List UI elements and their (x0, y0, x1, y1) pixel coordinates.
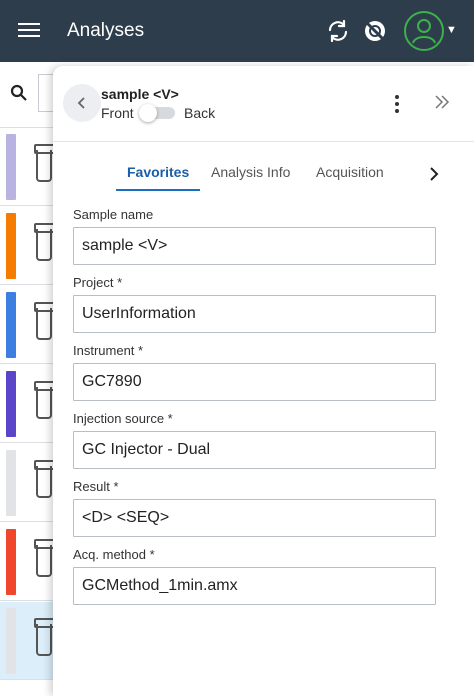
list-item[interactable] (0, 207, 60, 285)
back-label: Back (184, 105, 216, 121)
status-stripe (6, 371, 16, 437)
injection-source-field: Injection source * (73, 411, 436, 469)
caret-down-icon[interactable]: ▼ (446, 24, 457, 36)
user-avatar-icon[interactable] (404, 11, 444, 51)
acq-method-field: Acq. method * (73, 547, 436, 605)
vial-icon (34, 302, 58, 340)
status-stripe (6, 213, 16, 279)
vial-icon (34, 618, 58, 656)
list-item[interactable] (0, 128, 60, 206)
sync-icon[interactable] (325, 18, 351, 44)
status-stripe (6, 529, 16, 595)
vial-icon (34, 381, 58, 419)
list-item[interactable] (0, 602, 60, 680)
list-item[interactable] (0, 365, 60, 443)
sample-title: sample <V> (101, 86, 179, 102)
status-stripe (6, 292, 16, 358)
sample-name-field: Sample name (73, 207, 436, 265)
panel-header: sample <V> Front Back (53, 66, 474, 142)
chevron-right-icon[interactable] (427, 166, 441, 187)
instrument-field: Instrument * (73, 343, 436, 401)
front-back-toggle[interactable] (139, 104, 175, 122)
acq-method-input[interactable] (73, 567, 436, 605)
vial-icon (34, 144, 58, 182)
instrument-input[interactable] (73, 363, 436, 401)
tab-bar: Favorites Analysis Info Acquisition (53, 164, 474, 191)
tab-acquisition[interactable]: Acquisition (316, 164, 384, 188)
app-bar: Analyses ▼ (0, 0, 474, 62)
no-signal-icon[interactable] (362, 18, 388, 44)
list-item[interactable] (0, 523, 60, 601)
collapse-panel-icon[interactable] (434, 94, 450, 115)
vial-icon (34, 223, 58, 261)
project-field: Project * (73, 275, 436, 333)
back-button[interactable] (63, 84, 101, 122)
vial-icon (34, 539, 58, 577)
vial-icon (34, 460, 58, 498)
tab-analysis-info[interactable]: Analysis Info (211, 164, 290, 188)
field-label: Acq. method * (73, 547, 155, 562)
field-label: Result * (73, 479, 119, 494)
result-input[interactable] (73, 499, 436, 537)
injection-source-input[interactable] (73, 431, 436, 469)
field-label: Instrument * (73, 343, 144, 358)
field-label: Sample name (73, 207, 154, 222)
list-item[interactable] (0, 444, 60, 522)
analyses-list (0, 128, 60, 696)
list-item[interactable] (0, 286, 60, 364)
page-title: Analyses (67, 20, 145, 41)
sample-name-input[interactable] (73, 227, 436, 265)
field-label: Project * (73, 275, 123, 290)
project-input[interactable] (73, 295, 436, 333)
tab-favorites[interactable]: Favorites (115, 164, 201, 191)
chevron-left-icon (77, 97, 85, 109)
status-stripe (6, 134, 16, 200)
status-stripe (6, 608, 16, 674)
more-options-icon[interactable] (388, 93, 406, 115)
result-field: Result * (73, 479, 436, 537)
sample-detail-panel: sample <V> Front Back Favorites Analysis… (53, 66, 474, 696)
status-stripe (6, 450, 16, 516)
search-icon[interactable] (10, 84, 28, 107)
menu-icon[interactable] (18, 20, 40, 42)
field-label: Injection source * (73, 411, 173, 426)
front-label: Front (101, 105, 134, 121)
